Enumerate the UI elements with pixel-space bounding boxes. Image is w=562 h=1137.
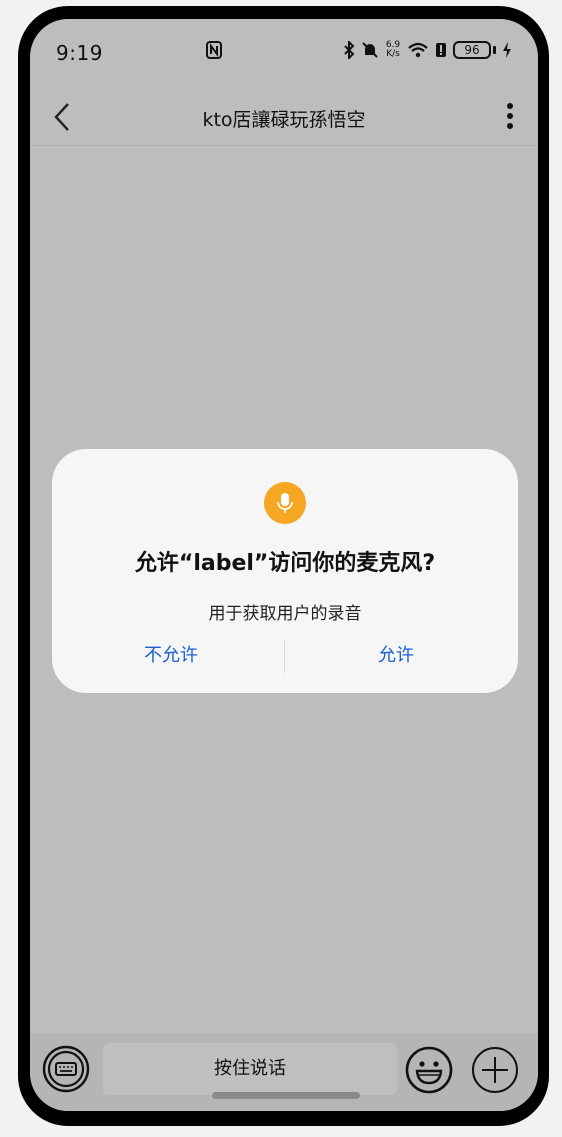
microphone-icon <box>264 482 306 524</box>
emoji-icon[interactable] <box>404 1045 454 1095</box>
dialog-title: 允许“label”访问你的麦克风? <box>134 551 436 576</box>
allow-button[interactable]: 允许 <box>296 641 496 671</box>
chat-title: kto㕆讓碌玩孫悟空 <box>202 109 366 131</box>
deny-button[interactable]: 不允许 <box>71 641 271 671</box>
keyboard-icon[interactable] <box>42 1045 90 1093</box>
nfc-icon <box>206 41 222 59</box>
button-divider <box>284 641 285 673</box>
chat-header: kto㕆讓碌玩孫悟空 <box>30 89 538 146</box>
status-bar: 9:19 6.9 K/s 96 <box>30 19 538 77</box>
permission-dialog: 允许“label”访问你的麦克风? 用于获取用户的录音 不允许 允许 <box>52 449 518 693</box>
app-screen: 9:19 6.9 K/s 96 kto㕆讓碌玩孫悟空 允许“label”访问你的… <box>30 19 538 1111</box>
battery-tip <box>493 46 496 54</box>
hold-to-talk-button[interactable]: 按住说话 <box>103 1043 397 1095</box>
status-icons: 6.9 K/s 96 <box>343 39 512 61</box>
dialog-description: 用于获取用户的录音 <box>208 604 362 624</box>
plus-icon[interactable] <box>470 1045 520 1095</box>
phone-frame: 9:19 6.9 K/s 96 kto㕆讓碌玩孫悟空 允许“label”访问你的… <box>18 6 549 1126</box>
wifi-icon <box>408 42 428 58</box>
charging-icon <box>503 42 511 58</box>
mute-bell-icon <box>362 42 378 58</box>
bluetooth-icon <box>344 41 355 59</box>
status-time: 9:19 <box>56 41 103 65</box>
chat-input-bar: 按住说话 <box>30 1033 538 1111</box>
alert-icon <box>436 43 446 57</box>
more-options-icon[interactable] <box>504 101 516 133</box>
net-speed: 6.9 K/s <box>385 40 401 59</box>
battery-icon: 96 <box>453 41 491 59</box>
home-indicator[interactable] <box>212 1092 360 1099</box>
